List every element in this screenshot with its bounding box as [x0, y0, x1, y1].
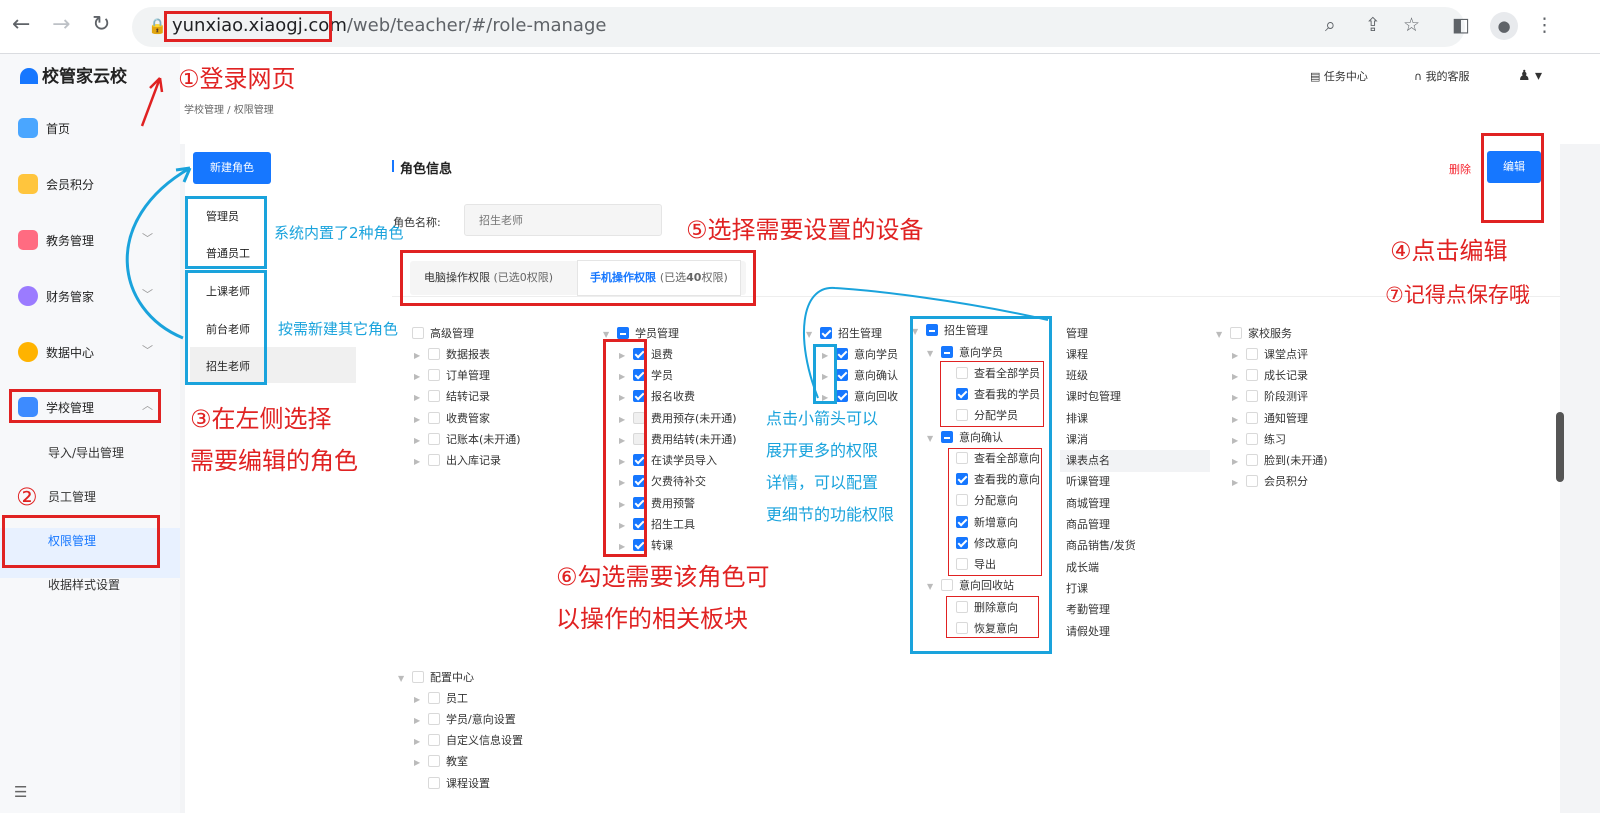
annotation-arrows — [125, 77, 1049, 399]
